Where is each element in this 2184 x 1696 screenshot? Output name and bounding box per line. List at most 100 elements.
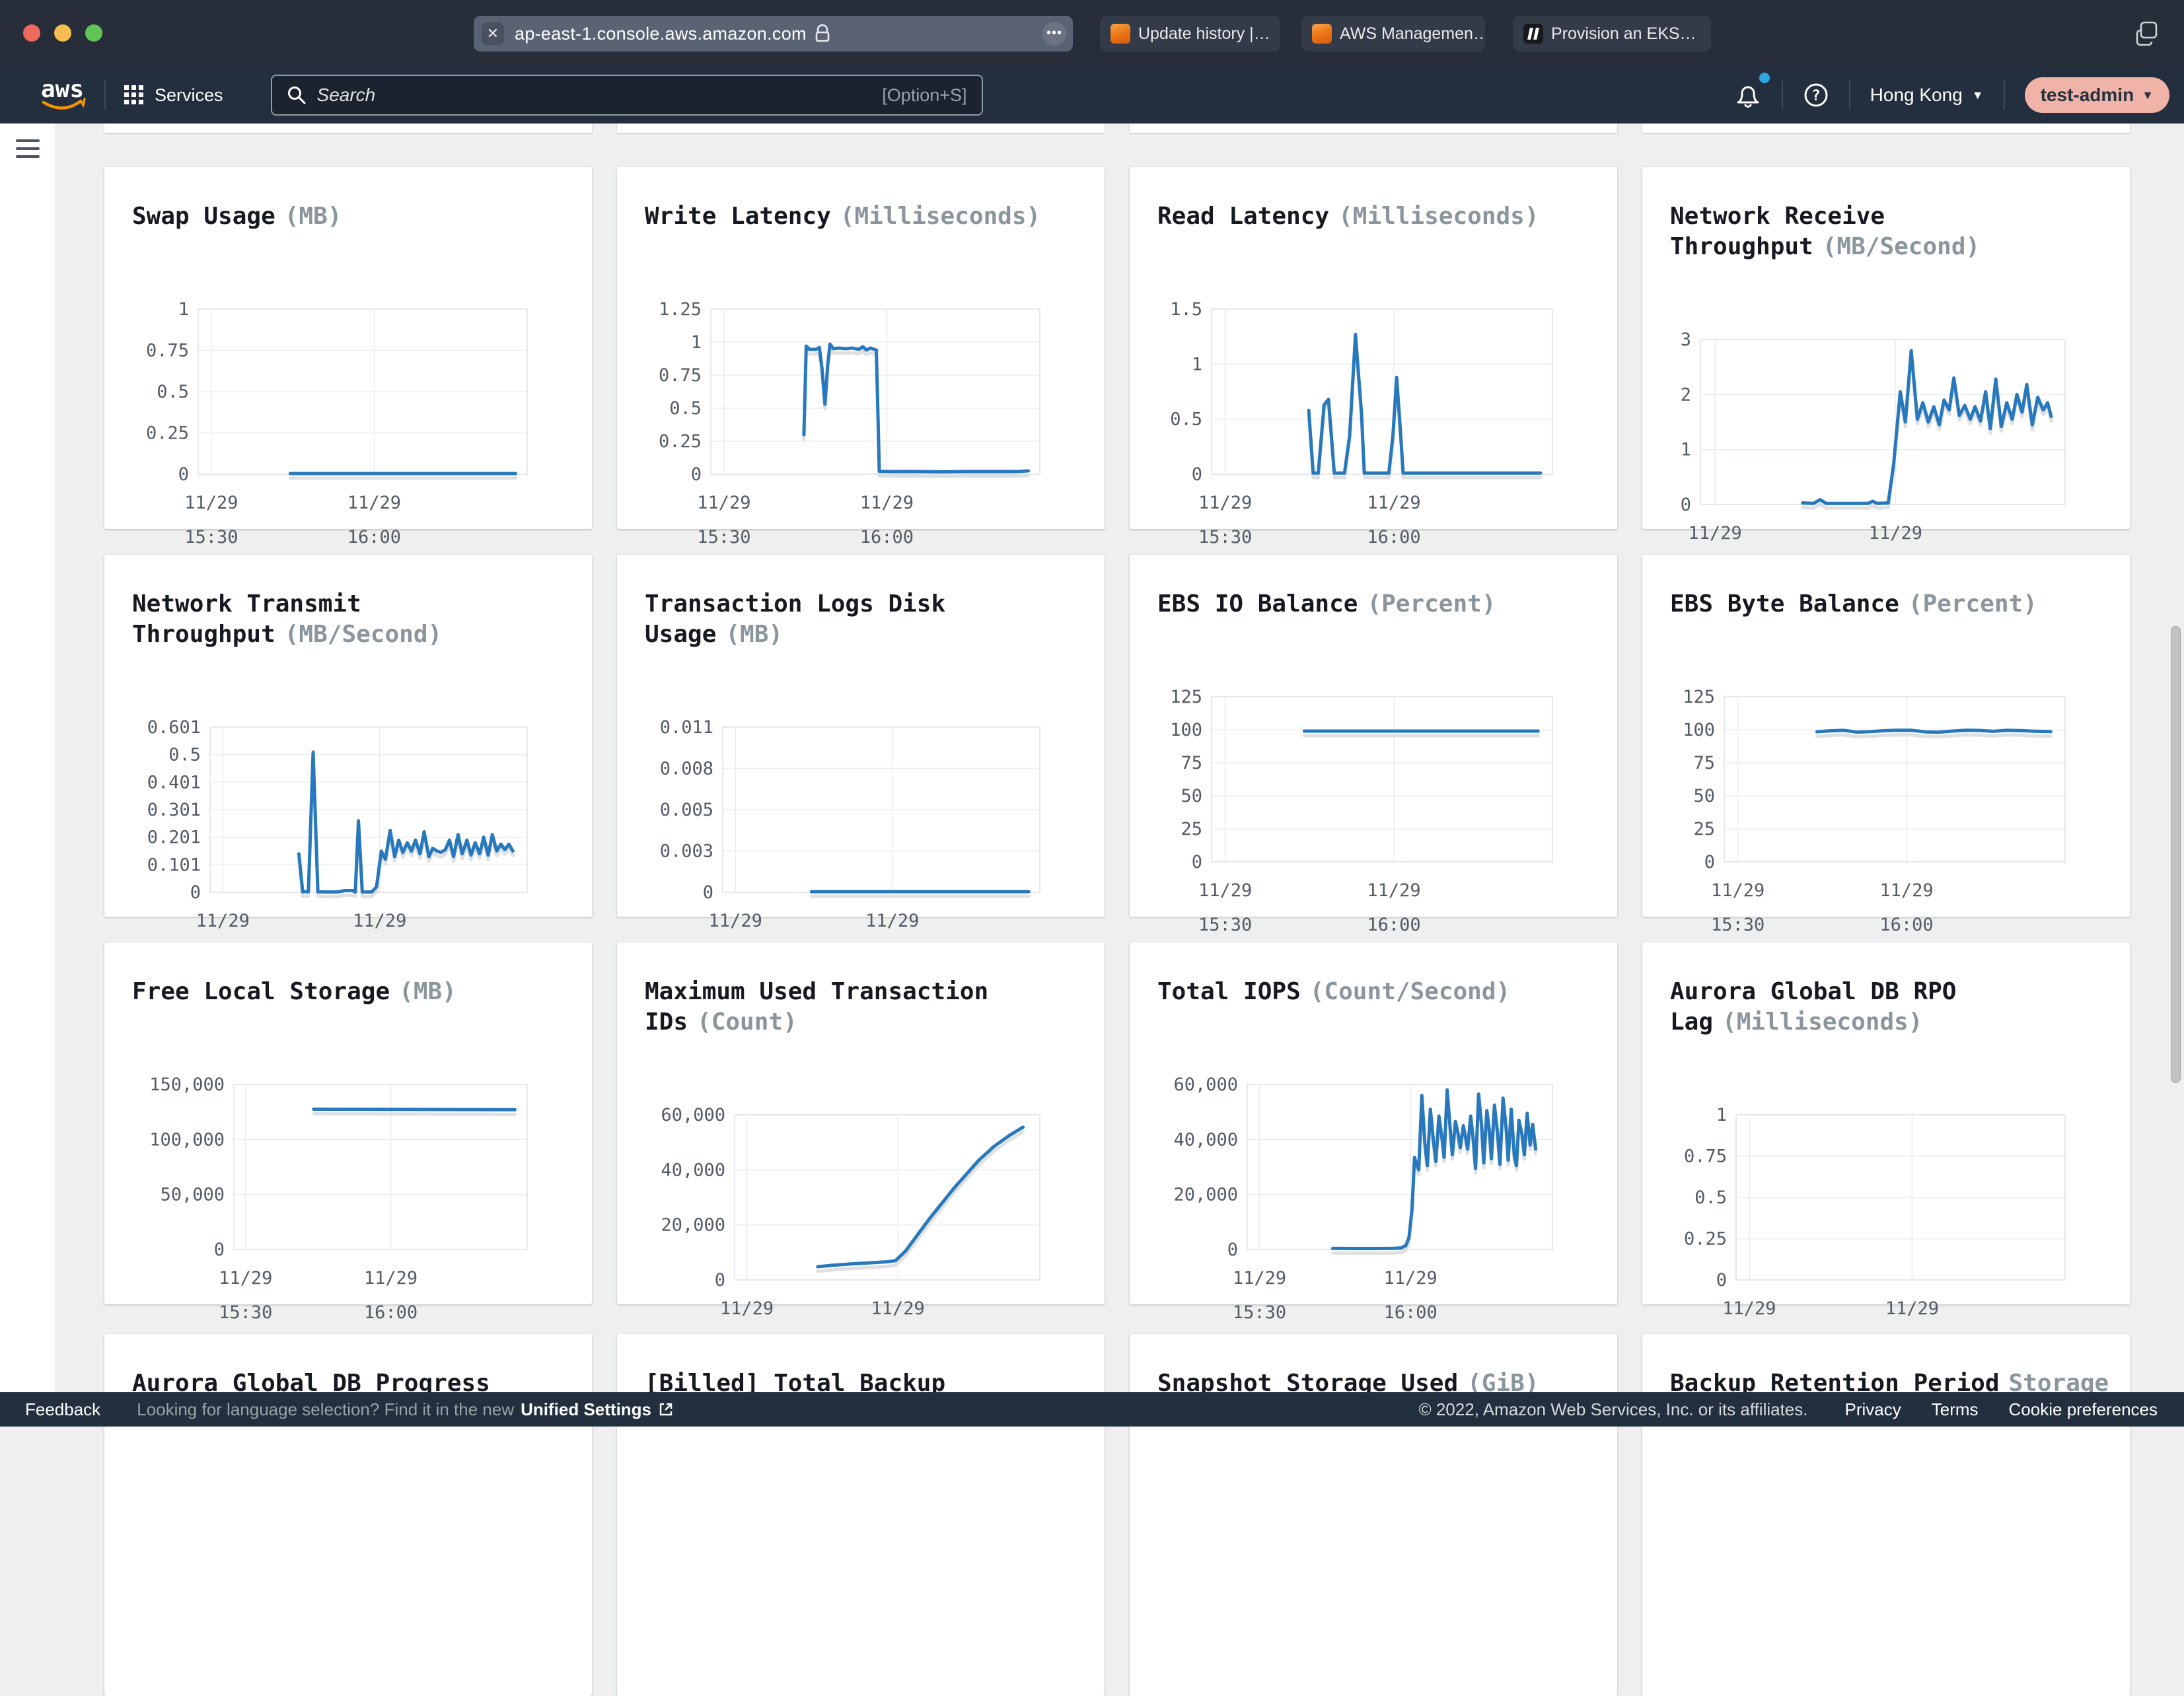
language-message: Looking for language selection? Find it … (137, 1399, 674, 1420)
site-settings-icon[interactable]: ••• (1042, 22, 1066, 46)
metric-card-title: Network Transmit Throughput(MB/Second) (132, 589, 572, 650)
close-window-button[interactable] (23, 24, 40, 42)
metric-card[interactable]: Aurora Global DB RPO Lag(Milliseconds)10… (1642, 942, 2130, 1304)
svg-text:11/29: 11/29 (219, 1268, 272, 1289)
account-menu[interactable]: test-admin ▼ (2025, 77, 2169, 113)
maximize-window-button[interactable] (85, 24, 102, 42)
metric-card-partial-top[interactable] (104, 124, 592, 133)
svg-text:15:30: 15:30 (1198, 527, 1252, 548)
metric-unit: (MB) (399, 978, 456, 1005)
aws-logo[interactable]: aws (37, 75, 92, 116)
metric-card-title: Network Receive Throughput(MB/Second) (1670, 201, 2110, 262)
notification-dot (1759, 73, 1770, 83)
metric-unit: (Milliseconds) (1338, 203, 1539, 230)
svg-text:0.003: 0.003 (660, 841, 713, 862)
svg-text:100,000: 100,000 (149, 1129, 225, 1150)
svg-text:75: 75 (1181, 753, 1202, 773)
metric-card-partial-top[interactable] (617, 124, 1105, 133)
metric-chart: 321011/2915:3011/2916:00 (1642, 332, 2130, 583)
tab-overview-icon[interactable] (2134, 20, 2160, 46)
metric-card[interactable]: Network Transmit Throughput(MB/Second) 0.… (104, 555, 592, 917)
svg-text:0.101: 0.101 (147, 855, 201, 875)
metric-card-partial-top[interactable] (1642, 124, 2130, 133)
terms-link[interactable]: Terms (1932, 1399, 1979, 1420)
metric-card[interactable]: Read Latency(Milliseconds)1.510.5011/291… (1130, 167, 1617, 529)
feedback-link[interactable]: Feedback (25, 1399, 100, 1420)
svg-text:11/29: 11/29 (347, 493, 401, 513)
metric-card[interactable]: EBS Byte Balance(Percent)125100755025011… (1642, 555, 2130, 917)
metric-unit: (Count) (697, 1008, 797, 1036)
svg-text:11/29: 11/29 (871, 1298, 925, 1319)
svg-text:0.5: 0.5 (669, 398, 702, 419)
svg-text:15:30: 15:30 (697, 527, 750, 548)
window-controls[interactable] (23, 24, 102, 42)
metric-chart: 60,00040,00020,000011/2915:3011/2916:00 (617, 1107, 1105, 1358)
bell-icon (1734, 81, 1762, 110)
svg-text:0: 0 (1716, 1270, 1727, 1290)
metric-card-title: Aurora Global DB RPO Lag(Milliseconds) (1670, 977, 2110, 1038)
svg-text:11/29: 11/29 (1198, 880, 1252, 901)
browser-tab-update-history[interactable]: Update history |… (1100, 16, 1280, 52)
help-button[interactable]: ? (1783, 82, 1849, 108)
close-icon[interactable]: ✕ (482, 22, 504, 45)
svg-text:11/29: 11/29 (1233, 1268, 1286, 1289)
svg-text:16:00: 16:00 (1367, 915, 1420, 935)
cookie-preferences-link[interactable]: Cookie preferences (2009, 1399, 2158, 1420)
metric-card[interactable]: Aurora Global DB Progress Lag(Millisecon… (104, 1334, 592, 1696)
metric-title: Swap Usage (132, 203, 275, 230)
address-bar[interactable]: ✕ ap-east-1.console.aws.amazon.com ••• (474, 16, 1073, 52)
metric-card[interactable]: Transaction Logs Disk Usage(MB)0.0110.00… (617, 555, 1105, 917)
scrollbar-thumb[interactable] (2171, 626, 2181, 1083)
metric-card[interactable]: [Billed] Total Backup StorageUsed (GiB) (617, 1334, 1105, 1696)
svg-text:100: 100 (1170, 720, 1202, 740)
metric-card[interactable]: Snapshot Storage Used(GiB) (1130, 1334, 1617, 1696)
metric-card[interactable]: Free Local Storage(MB)150,000100,00050,0… (104, 942, 592, 1304)
metric-card[interactable]: Write Latency(Milliseconds)1.2510.750.50… (617, 167, 1105, 529)
url-text: ap-east-1.console.aws.amazon.com (515, 24, 807, 44)
svg-text:150,000: 150,000 (149, 1077, 225, 1095)
minimize-window-button[interactable] (54, 24, 71, 42)
svg-text:15:30: 15:30 (184, 527, 238, 548)
svg-text:0: 0 (1192, 852, 1202, 872)
metric-card[interactable]: Network Receive Throughput(MB/Second)321… (1642, 167, 2130, 529)
metric-card-title: Maximum Used Transaction IDs(Count) (645, 977, 1085, 1038)
metric-title: Write Latency (645, 203, 831, 230)
services-menu-button[interactable]: Services (123, 84, 223, 106)
metric-chart: 1.510.5011/2915:3011/2916:00 (1130, 301, 1617, 552)
metric-card[interactable]: EBS IO Balance(Percent)125100755025011/2… (1130, 555, 1617, 917)
svg-text:25: 25 (1693, 819, 1715, 839)
privacy-link[interactable]: Privacy (1845, 1399, 1901, 1420)
metric-card[interactable]: Total IOPS(Count/Second)60,00040,00020,0… (1130, 942, 1617, 1304)
browser-tab-aws-management[interactable]: AWS Managemen… (1301, 16, 1485, 52)
metric-card[interactable]: Swap Usage(MB)10.750.50.25011/2915:3011/… (104, 167, 592, 529)
svg-text:125: 125 (1683, 689, 1715, 707)
notifications-button[interactable] (1714, 81, 1782, 110)
svg-text:1: 1 (1681, 440, 1691, 460)
metric-card[interactable]: Backup Retention PeriodStorage Used (GiB… (1642, 1334, 2130, 1696)
search-input[interactable] (316, 84, 883, 106)
svg-text:1.5: 1.5 (1170, 301, 1202, 320)
unified-settings-link[interactable]: Unified Settings (521, 1399, 651, 1420)
metric-card[interactable]: Maximum Used Transaction IDs(Count)60,00… (617, 942, 1105, 1304)
svg-text:11/29: 11/29 (865, 911, 919, 931)
svg-text:11/29: 11/29 (1711, 880, 1765, 901)
svg-text:0.5: 0.5 (157, 382, 189, 402)
chevron-down-icon: ▼ (1972, 88, 1984, 102)
svg-text:11/29: 11/29 (709, 911, 762, 931)
region-selector[interactable]: Hong Kong ▼ (1850, 85, 2004, 106)
svg-text:16:00: 16:00 (364, 1302, 418, 1323)
metric-card-partial-top[interactable] (1130, 124, 1617, 133)
metric-card-title: Free Local Storage(MB) (132, 977, 572, 1007)
svg-text:20,000: 20,000 (661, 1215, 725, 1236)
svg-text:11/29: 11/29 (720, 1298, 774, 1319)
browser-chrome: ✕ ap-east-1.console.aws.amazon.com ••• U… (0, 0, 2184, 67)
metric-unit: (MB/Second) (285, 621, 442, 648)
browser-tab-provision-eks[interactable]: Provision an EKS… (1513, 16, 1711, 52)
hashicorp-favicon (1523, 24, 1543, 44)
svg-text:15:30: 15:30 (1198, 915, 1252, 935)
menu-button[interactable] (16, 139, 40, 159)
metric-unit: (Milliseconds) (840, 203, 1040, 230)
metric-title: Transaction Logs Disk Usage (645, 590, 945, 648)
svg-text:16:00: 16:00 (1879, 915, 1933, 935)
console-search[interactable]: [Option+S] (271, 75, 983, 116)
